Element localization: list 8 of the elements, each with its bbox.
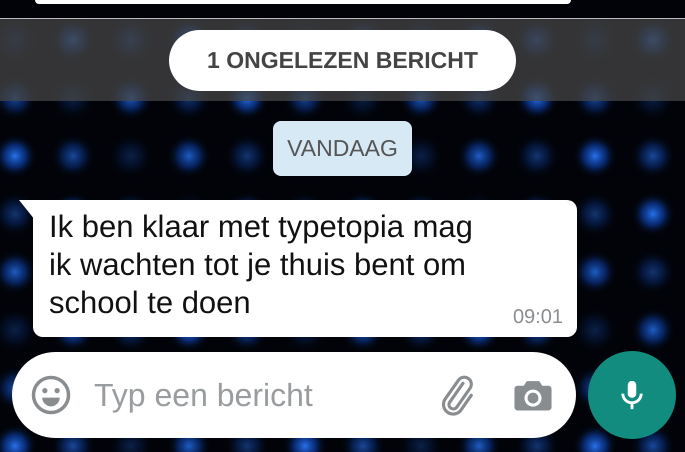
- date-chip: VANDAAG: [273, 121, 412, 176]
- message-input-field[interactable]: Typ een bericht: [92, 376, 436, 414]
- unread-count-label: 1 ONGELEZEN BERICHT: [169, 30, 516, 90]
- smiley-icon[interactable]: [30, 374, 72, 416]
- camera-icon[interactable]: [514, 378, 552, 412]
- message-text: Ik ben klaar met typetopia mag ik wachten tot je thuis bent om school te doen: [49, 208, 474, 322]
- message-composer[interactable]: Typ een bericht: [12, 352, 576, 438]
- message-time: 09:01: [512, 306, 563, 329]
